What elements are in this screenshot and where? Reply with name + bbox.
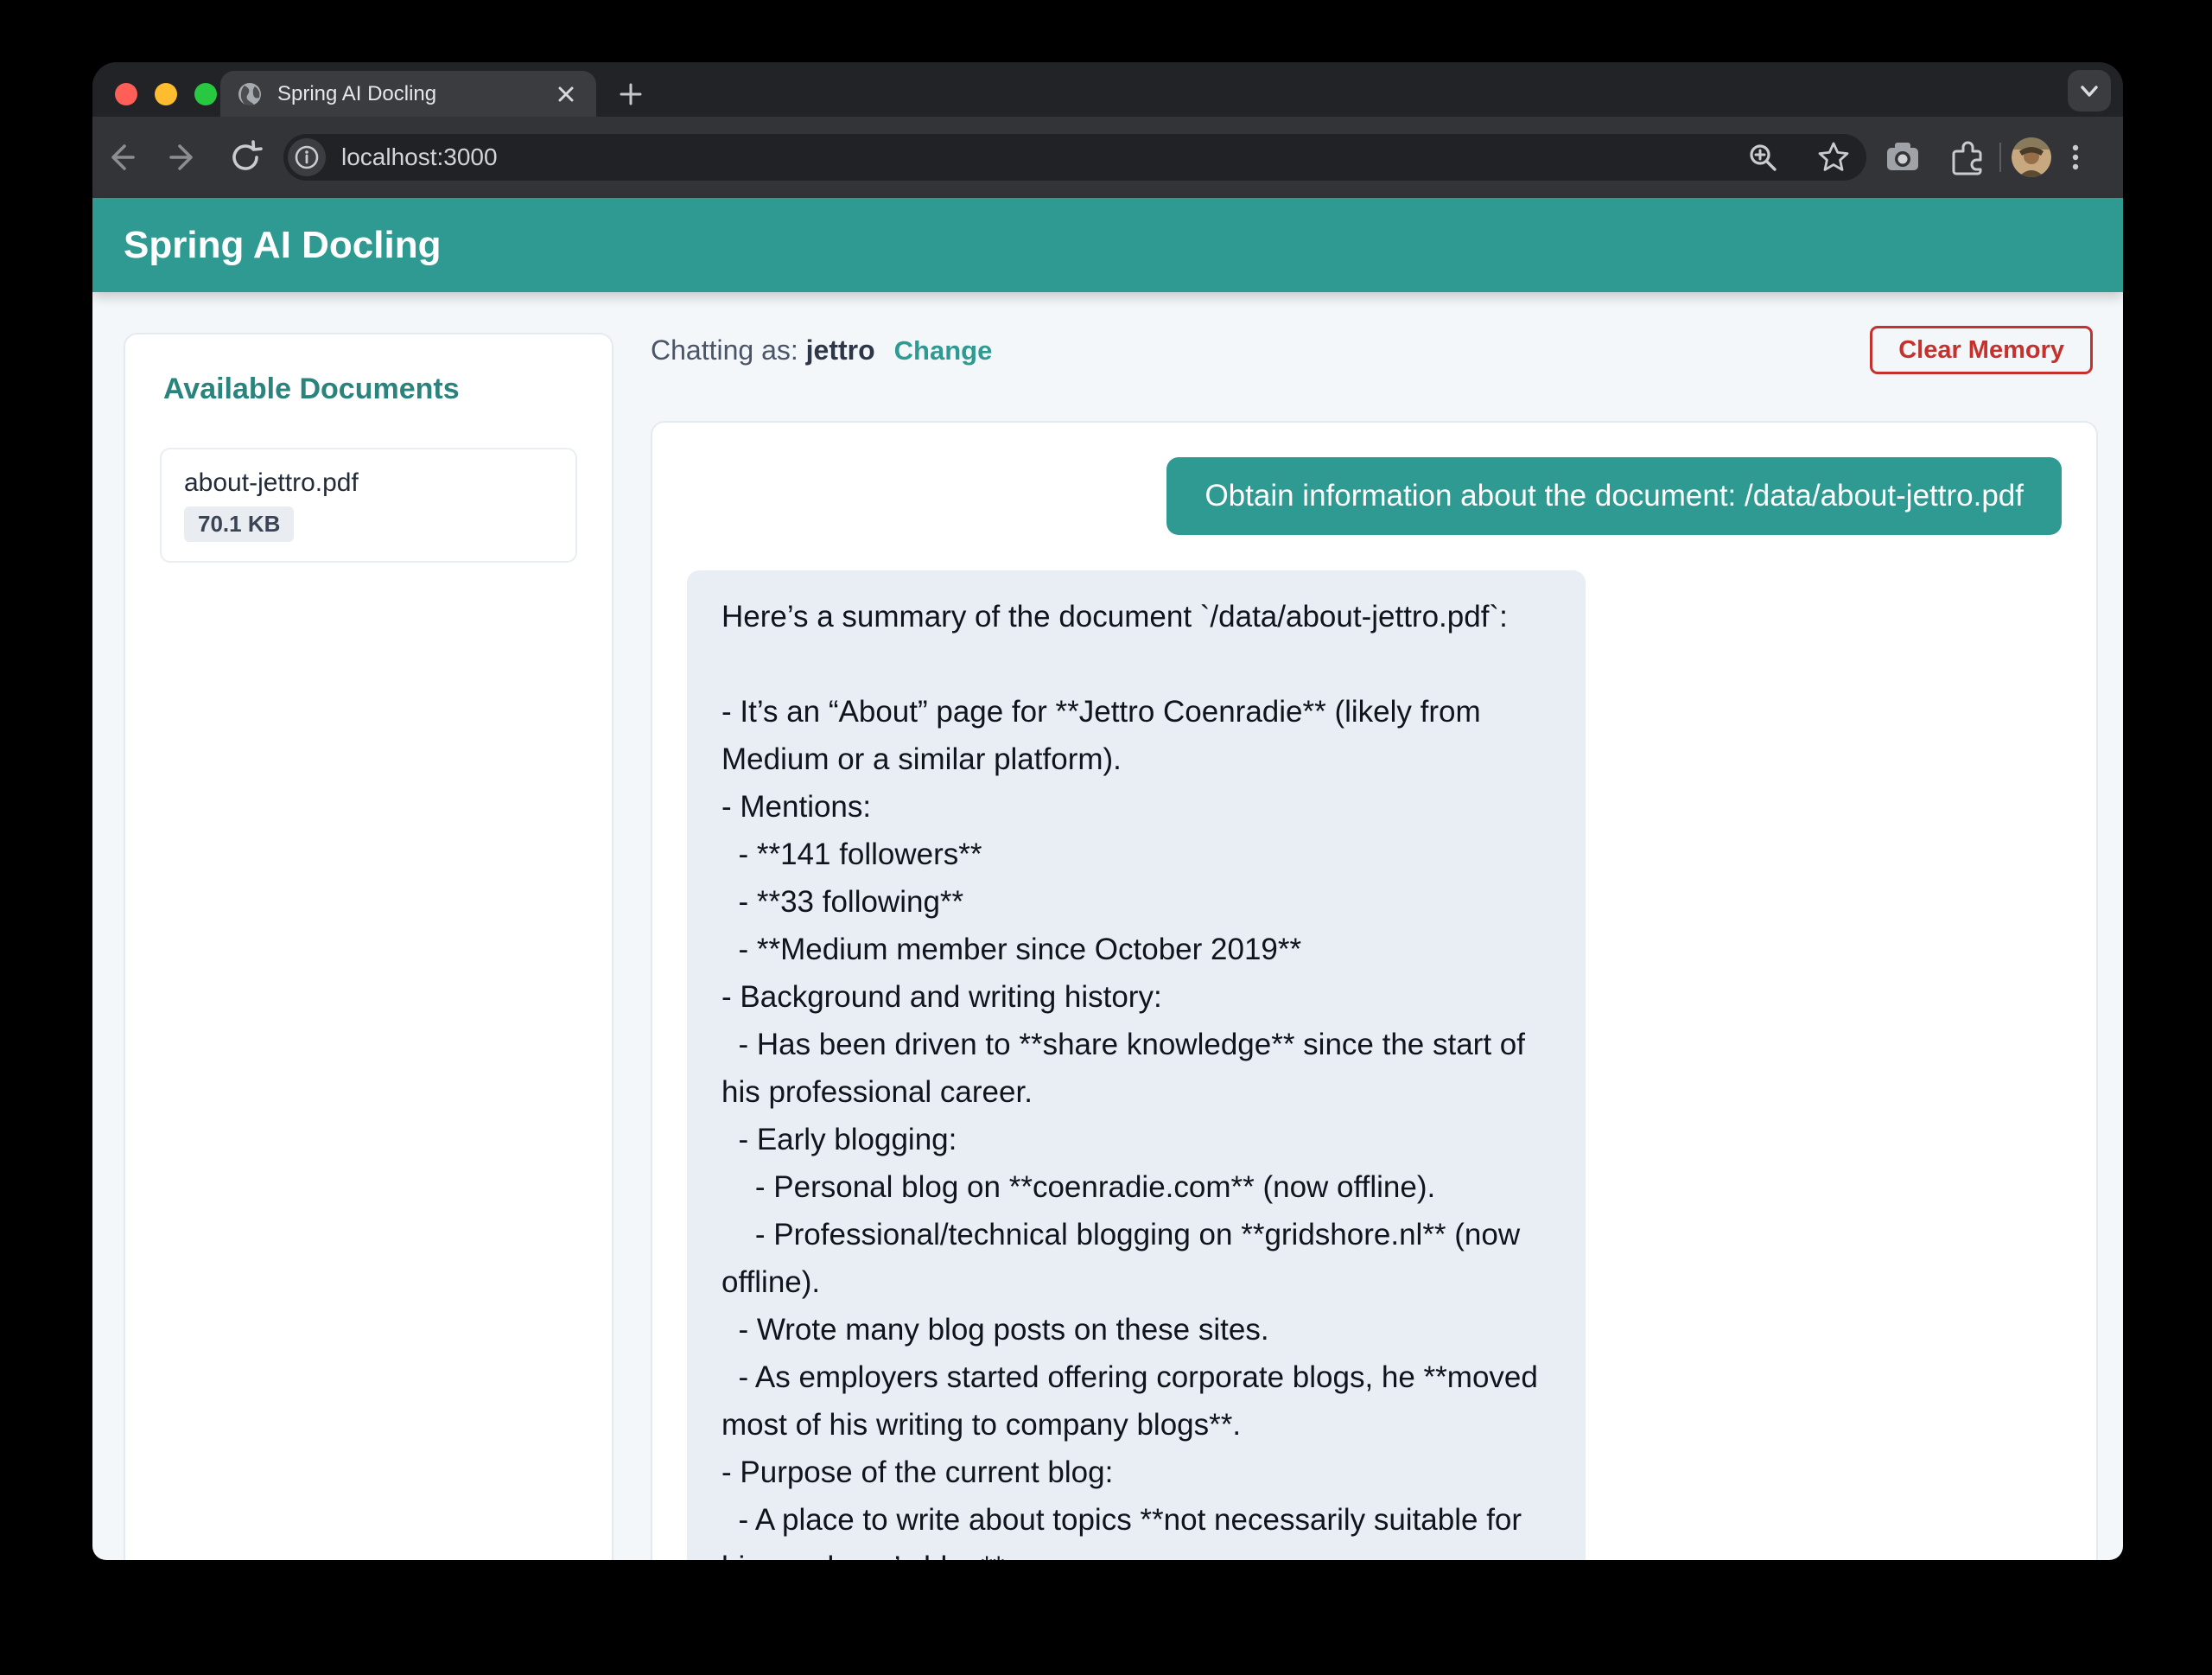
browser-toolbar: localhost:3000	[92, 117, 2123, 198]
chatting-as-label: Chatting as:	[651, 334, 798, 366]
chat-message-panel: Obtain information about the document: /…	[651, 421, 2098, 1560]
user-message-bubble: Obtain information about the document: /…	[1166, 457, 2062, 535]
tab-spring-ai-docling[interactable]: Spring AI Docling	[220, 71, 596, 117]
available-documents-panel: Available Documents about-jettro.pdf 70.…	[124, 333, 613, 1560]
chatting-as-text: Chatting as: jettro Change	[651, 334, 992, 366]
available-documents-heading: Available Documents	[163, 373, 577, 406]
minimize-window-button[interactable]	[155, 83, 177, 105]
new-tab-button[interactable]	[611, 74, 651, 114]
browser-window: Spring AI Docling	[92, 62, 2123, 1560]
chat-area: Chatting as: jettro Change Clear Memory O…	[651, 292, 2098, 1560]
chat-topbar: Chatting as: jettro Change Clear Memory	[651, 326, 2098, 374]
tab-title: Spring AI Docling	[277, 82, 551, 106]
app-header: Spring AI Docling	[92, 198, 2123, 292]
profile-avatar[interactable]	[2012, 137, 2051, 177]
close-window-button[interactable]	[115, 83, 137, 105]
reload-button[interactable]	[221, 133, 270, 182]
zoom-window-button[interactable]	[194, 83, 217, 105]
document-name: about-jettro.pdf	[184, 468, 553, 498]
document-size-badge: 70.1 KB	[184, 506, 294, 542]
document-list-item[interactable]: about-jettro.pdf 70.1 KB	[160, 448, 577, 563]
globe-favicon-icon	[236, 80, 264, 108]
change-user-link[interactable]: Change	[894, 335, 993, 366]
browser-menu-kebab-icon[interactable]	[2051, 133, 2100, 182]
tab-strip: Spring AI Docling	[92, 62, 2123, 117]
chat-username: jettro	[806, 334, 875, 366]
address-bar[interactable]: localhost:3000	[283, 134, 1866, 181]
page-content: Available Documents about-jettro.pdf 70.…	[92, 292, 2123, 1560]
back-button[interactable]	[97, 133, 145, 182]
url-text[interactable]: localhost:3000	[341, 143, 1738, 171]
app-title: Spring AI Docling	[124, 224, 441, 267]
clear-memory-button[interactable]: Clear Memory	[1870, 326, 2093, 374]
toolbar-divider	[1999, 143, 2001, 172]
forward-button[interactable]	[159, 133, 207, 182]
zoom-page-icon[interactable]	[1738, 133, 1787, 182]
assistant-message-bubble: Here’s a summary of the document `/data/…	[687, 570, 1586, 1560]
tab-search-chevron-button[interactable]	[2068, 70, 2111, 111]
site-info-icon[interactable]	[288, 138, 326, 176]
window-controls	[115, 83, 217, 105]
tab-close-icon[interactable]	[551, 80, 581, 109]
bookmark-star-icon[interactable]	[1809, 133, 1858, 182]
screenshot-camera-icon[interactable]	[1878, 133, 1927, 182]
extensions-puzzle-icon[interactable]	[1941, 133, 1989, 182]
